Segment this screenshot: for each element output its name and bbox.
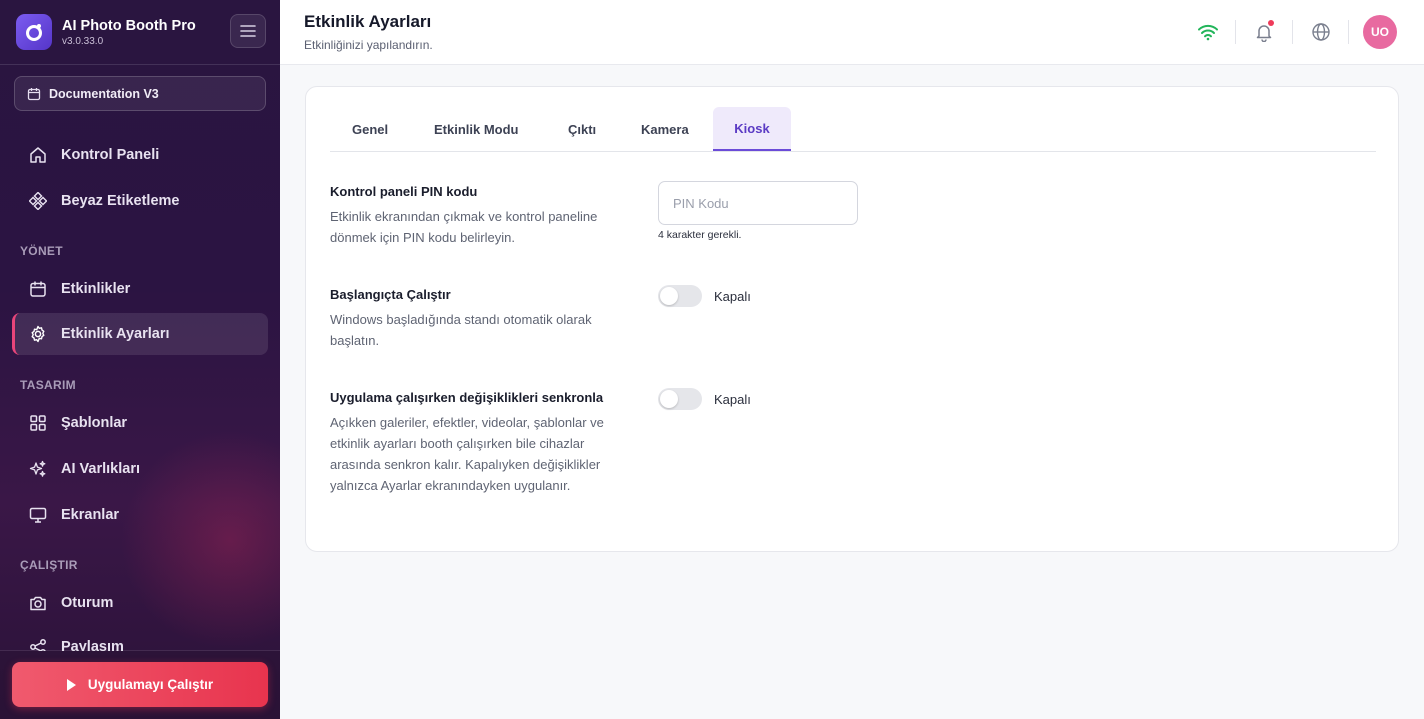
notification-dot [1268, 20, 1274, 26]
pin-setting-description: Etkinlik ekranından çıkmak ve kontrol pa… [330, 209, 598, 245]
sidebar-item-kontrol-paneli[interactable]: Kontrol Paneli [12, 134, 268, 176]
pin-hint: 4 karakter gerekli. [658, 229, 742, 241]
sidebar-item-sablonlar[interactable]: Şablonlar [12, 402, 268, 444]
autostart-setting-description: Windows başladığında standı otomatik ola… [330, 312, 592, 348]
pin-code-input[interactable] [658, 181, 858, 225]
sync-setting-title: Uygulama çalışırken değişiklikleri senkr… [330, 390, 604, 405]
autostart-state-label: Kapalı [714, 289, 751, 304]
tab-kiosk[interactable]: Kiosk [713, 107, 791, 151]
wifi-icon [1198, 24, 1218, 41]
grid-icon [28, 413, 48, 433]
sync-setting-description: Açıkken galeriler, efektler, videolar, ş… [330, 415, 604, 493]
run-app-label: Uygulamayı Çalıştır [87, 677, 214, 692]
top-header: Etkinlik Ayarları Etkinliğinizi yapıland… [280, 0, 1424, 65]
camera-icon [28, 593, 48, 613]
notifications-button[interactable] [1251, 19, 1277, 45]
toggle-knob [660, 287, 678, 305]
app-version: v3.0.33.0 [62, 35, 104, 47]
pin-setting-title: Kontrol paneli PIN kodu [330, 184, 478, 199]
calendar-icon [28, 279, 48, 299]
page-subtitle: Etkinliğinizi yapılandırın. [304, 38, 433, 52]
app-name: AI Photo Booth Pro [62, 17, 196, 34]
sync-toggle[interactable] [658, 388, 702, 410]
wifi-status-button[interactable] [1195, 19, 1221, 45]
sidebar-item-beyaz-etiketleme[interactable]: Beyaz Etiketleme [12, 180, 268, 222]
autostart-toggle[interactable] [658, 285, 702, 307]
page-title: Etkinlik Ayarları [304, 12, 432, 31]
calendar-icon [27, 87, 41, 101]
sidebar-item-label: Oturum [61, 595, 114, 611]
sync-state-label: Kapalı [714, 392, 751, 407]
section-label-calistir: ÇALIŞTIR [20, 558, 78, 572]
app-logo-icon [16, 14, 52, 50]
tab-kamera[interactable]: Kamera [641, 107, 689, 151]
sidebar-item-label: AI Varlıkları [61, 461, 140, 477]
settings-icon [28, 324, 48, 344]
brand: AI Photo Booth Pro v3.0.33.0 [16, 14, 266, 50]
menu-toggle-button[interactable] [230, 14, 266, 48]
sidebar-item-label: Ekranlar [61, 507, 120, 523]
sidebar-item-label: Kontrol Paneli [61, 147, 160, 163]
sidebar: AI Photo Booth Pro v3.0.33.0 Documentati… [0, 0, 280, 719]
sidebar-item-oturum[interactable]: Oturum [12, 582, 268, 624]
sidebar-item-label: Etkinlik Ayarları [61, 326, 170, 342]
run-app-button[interactable]: Uygulamayı Çalıştır [12, 662, 268, 707]
workspace-label: Documentation V3 [49, 86, 159, 101]
section-label-yonet: YÖNET [20, 244, 63, 258]
sidebar-item-ekranlar[interactable]: Ekranlar [12, 494, 268, 536]
settings-tabs: Genel Etkinlik Modu Çıktı Kamera Kiosk [330, 107, 1376, 152]
language-button[interactable] [1308, 19, 1334, 45]
tab-etkinlik-modu[interactable]: Etkinlik Modu [434, 107, 519, 151]
divider [0, 64, 280, 65]
sidebar-item-label: Beyaz Etiketleme [61, 193, 180, 209]
header-divider [1235, 20, 1236, 44]
sidebar-item-etkinlik-ayarlari[interactable]: Etkinlik Ayarları [12, 313, 268, 355]
home-icon [28, 145, 48, 165]
sidebar-item-etkinlikler[interactable]: Etkinlikler [12, 268, 268, 310]
globe-icon [1312, 23, 1330, 41]
play-icon [66, 678, 76, 691]
user-avatar[interactable]: UO [1363, 15, 1397, 49]
diamond-icon [28, 191, 48, 211]
header-divider [1348, 20, 1349, 44]
section-label-tasarim: TASARIM [20, 378, 76, 392]
tab-genel[interactable]: Genel [352, 107, 388, 151]
tab-cikti[interactable]: Çıktı [568, 107, 596, 151]
autostart-setting-title: Başlangıçta Çalıştır [330, 287, 451, 302]
sidebar-item-ai-varliklari[interactable]: AI Varlıkları [12, 448, 268, 490]
workspace-selector[interactable]: Documentation V3 [14, 76, 266, 111]
sidebar-item-label: Etkinlikler [61, 281, 131, 297]
hamburger-icon [240, 25, 256, 37]
settings-card: Genel Etkinlik Modu Çıktı Kamera Kiosk K… [305, 86, 1399, 552]
sidebar-item-label: Şablonlar [61, 415, 128, 431]
sparkles-icon [28, 459, 48, 479]
toggle-knob [660, 390, 678, 408]
monitor-icon [28, 505, 48, 525]
header-divider [1292, 20, 1293, 44]
